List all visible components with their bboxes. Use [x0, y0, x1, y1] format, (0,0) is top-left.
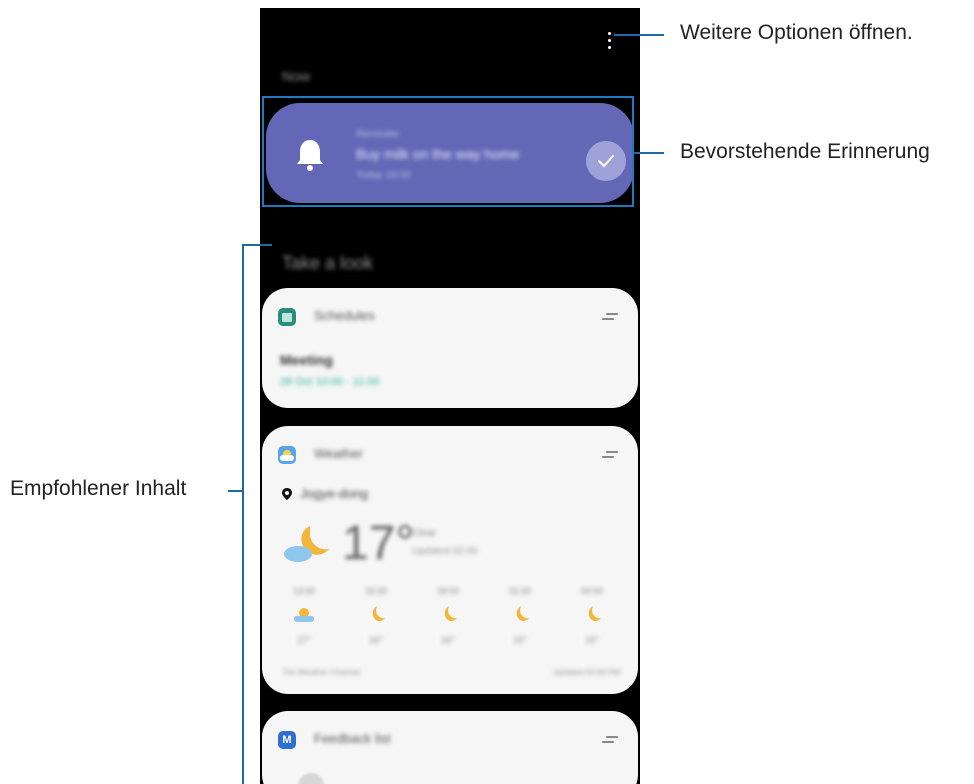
bracket-top-tick [242, 244, 272, 246]
forecast-temp: 16° [369, 635, 383, 645]
weather-updated: Updated 02:00 PM [553, 668, 620, 677]
forecast-slot: 00:00 15° [574, 586, 610, 645]
forecast-temp: 15° [585, 635, 599, 645]
forecast-slot: 21:00 15° [502, 586, 538, 645]
weather-card-title: Weather [314, 446, 363, 461]
forecast-time: 18:00 [436, 586, 460, 596]
avatar [298, 773, 324, 784]
drag-handle-icon[interactable] [602, 736, 618, 744]
calendar-icon [278, 308, 296, 326]
forecast-slot: 15:00 16° [358, 586, 394, 645]
forecast-time: 00:00 [580, 586, 604, 596]
forecast-time: 15:00 [364, 586, 388, 596]
weather-card[interactable]: Weather Jogye-dong 17° Clear Updated 02:… [262, 426, 638, 694]
callout-line-more-options [614, 34, 664, 36]
forecast-temp: 16° [441, 635, 455, 645]
now-section-label: Now [282, 68, 311, 84]
forecast-slot: 13:00 17° [286, 586, 322, 645]
forecast-temp: 17° [297, 635, 311, 645]
weather-condition: Clear [412, 528, 436, 539]
forecast-time: 13:00 [292, 586, 316, 596]
weather-temperature: 17° [342, 517, 415, 570]
more-options-icon[interactable] [604, 28, 616, 54]
drag-handle-icon[interactable] [602, 313, 618, 321]
weather-icon [278, 446, 296, 464]
take-a-look-label: Take a look [282, 253, 374, 273]
callout-recommended-content: Empfohlener Inhalt [10, 477, 187, 500]
moon-icon [516, 606, 529, 622]
schedule-event-title: Meeting [280, 352, 333, 368]
callout-more-options: Weitere Optionen öffnen. [680, 21, 913, 44]
sun-cloud-icon [294, 608, 314, 622]
weather-details: Updated 02:00 [412, 546, 478, 557]
location-pin-icon [282, 488, 292, 500]
bracket-callout-tick [228, 490, 242, 492]
schedule-event-time: 28 Oct 10:00 - 11:00 [280, 376, 380, 388]
feedback-card[interactable]: M Feedback list [262, 711, 638, 784]
moon-cloud-icon [284, 526, 329, 562]
schedules-card-title: Schedules [314, 308, 375, 323]
weather-location: Jogye-dong [300, 486, 368, 501]
forecast-temp: 15° [513, 635, 527, 645]
feedback-card-title: Feedback list [314, 731, 391, 746]
weather-source[interactable]: The Weather Channel [282, 668, 360, 677]
moon-icon [444, 606, 457, 622]
bracket-vertical-line [242, 244, 244, 784]
callout-line-reminder [634, 152, 664, 154]
forecast-slot: 18:00 16° [430, 586, 466, 645]
forecast-time: 21:00 [508, 586, 532, 596]
moon-icon [588, 606, 601, 622]
moon-icon [372, 606, 385, 622]
drag-handle-icon[interactable] [602, 451, 618, 459]
callout-upcoming-reminder: Bevorstehende Erinnerung [680, 140, 930, 163]
schedules-card[interactable]: Schedules Meeting 28 Oct 10:00 - 11:00 [262, 288, 638, 408]
hourly-forecast: 13:00 17° 15:00 16° 18:00 16° 21:00 15° … [262, 586, 638, 656]
reminder-highlight-box [262, 96, 634, 207]
members-icon: M [278, 731, 296, 749]
